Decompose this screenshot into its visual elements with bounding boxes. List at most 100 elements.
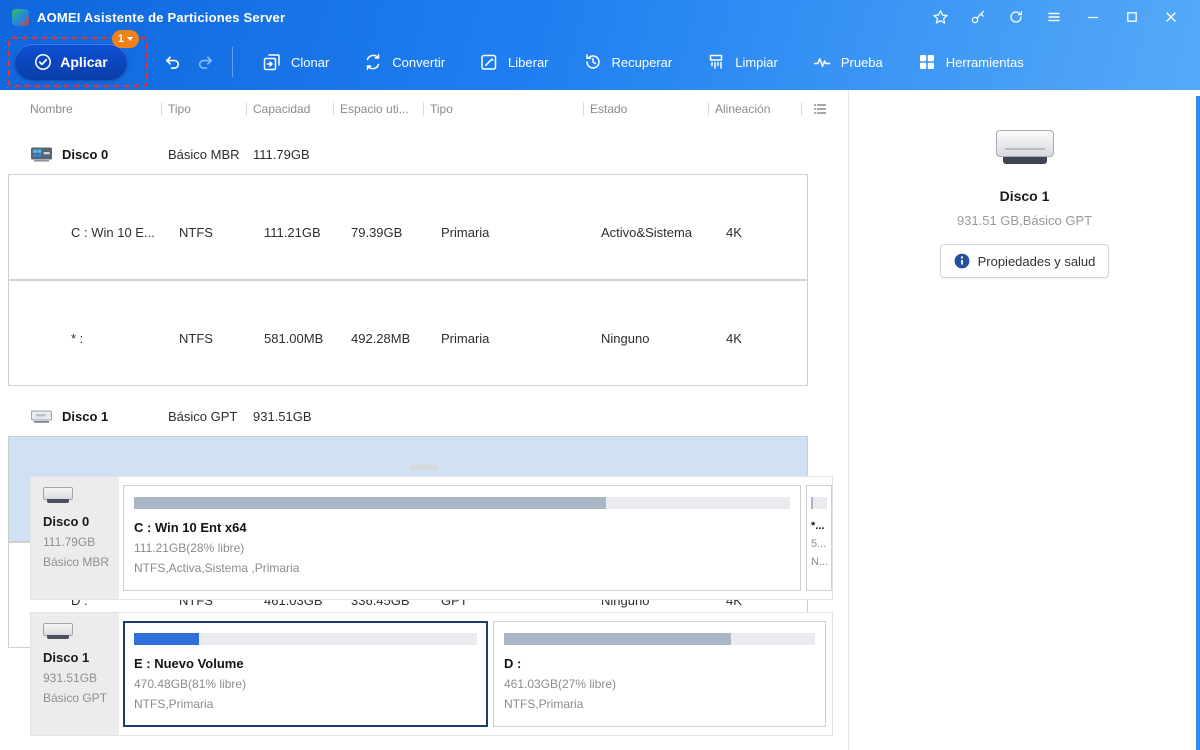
refresh-icon: [1010, 10, 1023, 23]
row-espacio-cell: 79.39GB: [351, 225, 403, 240]
table-row-partition-star[interactable]: * : NTFS 581.00MB 492.28MB Primaria Ning…: [8, 280, 808, 386]
titlebar: AOMEI Asistente de Particiones Server: [0, 0, 1200, 34]
partition-size: 461.03GB(27% libre): [504, 677, 617, 691]
toolbar-button-limpiar[interactable]: Limpiar: [689, 34, 795, 90]
row-name-cell: * :: [71, 331, 84, 346]
table-row-partition-c[interactable]: C : Win 10 E... NTFS 111.21GB 79.39GB Pr…: [8, 174, 808, 280]
partition-size: 5...: [811, 538, 827, 550]
detail-panel: Disco 1 931.51 GB,Básico GPT Propiedades…: [849, 90, 1200, 750]
partition-label: E : Nuevo Volume: [134, 656, 244, 671]
toolbar-button-label: Clonar: [291, 54, 330, 70]
chevron-down-icon: [127, 37, 133, 41]
column-header-alineacion: Alineación: [715, 102, 808, 116]
disk0-icon: [31, 147, 52, 162]
disk1-info-panel[interactable]: Disco 1 931.51GB Básico GPT: [31, 613, 119, 735]
minimize-button[interactable]: [1073, 0, 1112, 34]
partition-block-d[interactable]: D : 461.03GB(27% libre) NTFS,Primaria: [493, 621, 826, 727]
topbar: AOMEI Asistente de Particiones Server Ap…: [0, 0, 1200, 90]
usage-bar: [134, 633, 477, 645]
toolbar-button-label: Convertir: [392, 54, 446, 70]
selected-disk-name: Disco 1: [999, 188, 1050, 204]
toolbar-button-convertir[interactable]: Convertir: [346, 34, 462, 90]
row-estado-cell: Activo&Sistema: [601, 225, 693, 240]
apply-button[interactable]: Aplicar: [15, 44, 127, 80]
partition-fs: NTFS,Primaria: [134, 697, 214, 711]
close-button[interactable]: [1151, 0, 1190, 34]
maximize-button[interactable]: [1112, 0, 1151, 34]
disk-table: Nombre Tipo Capacidad Espacio uti... Tip…: [0, 90, 848, 648]
toolbar-button-herramientas[interactable]: Herramientas: [900, 34, 1041, 90]
row-name-cell: Disco 1: [8, 408, 168, 425]
close-icon: [1165, 12, 1176, 22]
star-icon: [932, 10, 948, 24]
row-name-cell: Disco 0: [8, 146, 168, 163]
key-icon: [971, 10, 985, 24]
table-row-disk1[interactable]: Disco 1 Básico GPT 931.51GB: [8, 396, 808, 436]
partition-block-e-selected[interactable]: E : Nuevo Volume 470.48GB(81% libre) NTF…: [123, 621, 488, 727]
recover-icon: [585, 54, 600, 69]
disk1-partitions: E : Nuevo Volume 470.48GB(81% libre) NTF…: [119, 613, 832, 735]
list-view-button[interactable]: [808, 101, 840, 117]
partition-label: *...: [811, 520, 825, 532]
disk0-partitions: C : Win 10 Ent x64 111.21GB(28% libre) N…: [119, 477, 832, 599]
partition-block-c[interactable]: C : Win 10 Ent x64 111.21GB(28% libre) N…: [123, 485, 801, 591]
disk-type: Básico MBR: [43, 555, 110, 569]
apply-annotation-box: Aplicar 1: [8, 30, 148, 87]
usage-bar: [504, 633, 815, 645]
usage-fill: [134, 633, 200, 645]
row-capacidad-cell: 581.00MB: [264, 331, 324, 346]
partition-fs: NTFS,Primaria: [504, 697, 584, 711]
toolbar-button-label: Liberar: [508, 54, 549, 70]
toolbar-button-label: Limpiar: [735, 54, 778, 70]
partition-fs: N...: [811, 556, 829, 568]
row-tipo-cell: NTFS: [179, 225, 213, 240]
column-header-espacio: Espacio uti...: [340, 102, 430, 116]
redo-button[interactable]: [196, 53, 215, 72]
toolbar-button-prueba[interactable]: Prueba: [795, 34, 900, 90]
undo-icon: [165, 55, 180, 69]
pending-operations-badge[interactable]: 1: [111, 30, 139, 48]
favorites-button[interactable]: [921, 0, 959, 34]
disk-size: 931.51GB: [43, 671, 98, 685]
row-name-cell: C : Win 10 E...: [71, 225, 155, 240]
partition-size: 470.48GB(81% libre): [134, 677, 247, 691]
properties-health-button[interactable]: Propiedades y salud: [939, 244, 1110, 278]
app-logo-icon: [12, 8, 29, 26]
maximize-icon: [1126, 12, 1137, 22]
row-alineacion-cell: 4K: [726, 225, 742, 240]
toolbar-button-clonar[interactable]: Clonar: [245, 34, 346, 90]
redo-icon: [198, 55, 213, 69]
partition-fs: NTFS,Activa,Sistema ,Primaria: [134, 561, 300, 575]
toolbar-button-label: Prueba: [840, 54, 883, 70]
connect-button[interactable]: [959, 0, 997, 34]
partition-block-star[interactable]: *... 5... N...: [806, 485, 832, 591]
toolbar-button-label: Recuperar: [611, 54, 673, 70]
row-capacidad-cell: 111.21GB: [264, 225, 321, 240]
disk-size: 111.79GB: [43, 535, 96, 549]
menu-button[interactable]: [1035, 0, 1073, 34]
undo-button[interactable]: [163, 53, 182, 72]
disk-block-1: Disco 1 931.51GB Básico GPT E : Nuevo Vo…: [30, 612, 833, 736]
row-tipo-cell: Básico GPT: [168, 408, 238, 424]
usage-bar: [811, 497, 827, 509]
disk1-icon: [31, 410, 52, 423]
disk0-info-panel[interactable]: Disco 0 111.79GB Básico MBR: [31, 477, 119, 599]
table-header-row: Nombre Tipo Capacidad Espacio uti... Tip…: [0, 96, 840, 122]
tools-icon: [919, 55, 934, 69]
row-alineacion-cell: 4K: [726, 331, 742, 346]
toolbar-button-liberar[interactable]: Liberar: [462, 34, 565, 90]
free-up-icon: [481, 54, 497, 70]
properties-health-label: Propiedades y salud: [977, 253, 1096, 269]
column-header-estado: Estado: [590, 102, 715, 116]
toolbar-button-label: Herramientas: [945, 54, 1024, 70]
row-estado-cell: Ninguno: [601, 331, 650, 346]
toolbar-button-recuperar[interactable]: Recuperar: [566, 34, 690, 90]
scrollbar[interactable]: [1196, 96, 1200, 750]
row-capacidad-cell: 931.51GB: [253, 408, 312, 424]
row-tipo2-cell: Primaria: [441, 331, 490, 346]
table-row-disk0[interactable]: Disco 0 Básico MBR 111.79GB: [8, 134, 808, 174]
splitter-handle[interactable]: [410, 465, 438, 470]
column-header-nombre: Nombre: [0, 102, 168, 116]
update-button[interactable]: [997, 0, 1035, 34]
pane-splitter: [0, 462, 848, 474]
